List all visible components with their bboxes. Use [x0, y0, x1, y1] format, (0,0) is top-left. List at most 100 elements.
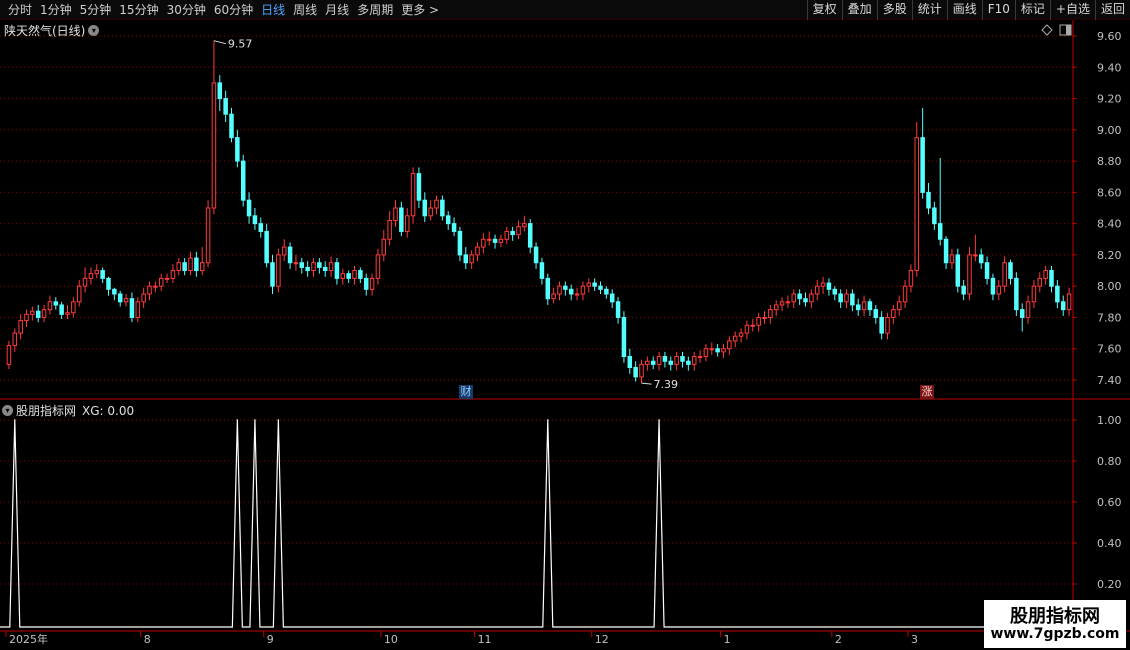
candle-body — [53, 301, 59, 306]
candle-body — [252, 215, 258, 225]
watermark-url: www.7gpzb.com — [990, 626, 1120, 642]
diamond-icon[interactable] — [1041, 24, 1053, 36]
candle-body — [440, 199, 445, 217]
limit-up-marker[interactable]: 涨 — [920, 385, 934, 399]
candle-body — [311, 262, 316, 272]
candle-body — [369, 277, 375, 290]
candle-body — [908, 270, 914, 287]
candle — [252, 208, 258, 230]
candle — [393, 200, 398, 227]
candle-body — [510, 230, 515, 236]
candle — [1014, 272, 1019, 316]
candle — [873, 304, 879, 324]
candle — [850, 289, 855, 312]
xg-spike-point — [13, 419, 16, 421]
candle — [416, 167, 422, 208]
candle-body — [563, 285, 568, 290]
candle — [194, 251, 199, 277]
candle-body — [393, 207, 398, 222]
candle-body — [686, 360, 691, 365]
candle-body — [317, 262, 322, 268]
candle — [381, 229, 387, 262]
candle-body — [246, 199, 252, 217]
finance-marker[interactable]: 财 — [459, 385, 473, 399]
candle-body — [973, 254, 978, 257]
candle — [340, 268, 346, 285]
candle-body — [352, 270, 357, 279]
candle-body — [135, 301, 141, 318]
candle-body — [803, 298, 808, 303]
candle-body — [1025, 301, 1031, 318]
candle-body — [914, 137, 920, 272]
candle — [691, 351, 697, 371]
candle-body — [1055, 285, 1060, 303]
candle-body — [645, 360, 650, 365]
candle — [563, 281, 568, 296]
candle — [961, 279, 966, 301]
candle — [633, 361, 638, 382]
y-tick-label: 9.20 — [1097, 93, 1122, 106]
candle-body — [217, 82, 223, 100]
y-tick-label: 8.20 — [1097, 249, 1122, 262]
candle — [592, 278, 597, 291]
candle — [580, 281, 586, 301]
candle-body — [457, 230, 463, 256]
candle — [305, 261, 310, 277]
candle-body — [276, 254, 281, 287]
candle-body — [258, 223, 264, 232]
candle-body — [867, 301, 873, 311]
candle-body — [1066, 293, 1072, 311]
candle-body — [996, 285, 1002, 295]
candle-body — [773, 304, 779, 311]
candle — [1019, 303, 1025, 332]
candle-body — [709, 348, 715, 351]
candle — [117, 290, 123, 307]
candle-body — [416, 173, 422, 201]
candle — [551, 287, 556, 304]
candle — [475, 242, 480, 262]
candle — [481, 233, 486, 254]
candle — [756, 312, 761, 332]
candle-body — [170, 270, 176, 279]
candle — [955, 248, 961, 293]
candle — [668, 356, 674, 371]
candle-body — [580, 285, 586, 295]
candle — [645, 356, 650, 371]
candle-body — [844, 293, 849, 303]
candle-body — [568, 288, 574, 295]
candle-body — [984, 262, 990, 279]
x-tick-label: 10 — [384, 633, 398, 646]
candle — [1031, 279, 1037, 309]
candle-body — [434, 199, 439, 209]
candle-body — [6, 345, 12, 365]
candle-body — [147, 285, 152, 295]
candle-body — [879, 316, 884, 334]
candle-body — [539, 262, 545, 279]
candle — [867, 298, 873, 316]
candle-body — [481, 238, 486, 248]
candle — [838, 289, 843, 309]
candle-body — [399, 207, 404, 232]
candle — [615, 297, 621, 324]
candle-body — [47, 301, 53, 311]
chart-canvas[interactable]: 7.40 7.60 7.80 8.00 8.20 8.40 8.60 8.80 9.00 9.20… — [0, 0, 1130, 650]
candle-body — [334, 262, 340, 279]
candle — [293, 254, 299, 271]
candle-body — [358, 270, 363, 279]
xg-indicator-series — [0, 419, 1072, 628]
panel-toggle-icon[interactable] — [1059, 24, 1072, 36]
candle — [158, 273, 164, 291]
candle — [627, 348, 633, 374]
candle-body — [199, 262, 205, 272]
candle — [445, 211, 451, 230]
high-pointer — [213, 40, 227, 45]
candle — [358, 267, 363, 284]
candle — [322, 261, 328, 277]
candle — [715, 344, 720, 357]
candle-body — [281, 246, 287, 256]
candle — [47, 295, 53, 315]
x-tick-label: 8 — [144, 633, 151, 646]
candle — [428, 200, 433, 221]
candle — [680, 351, 685, 368]
candle-body — [94, 270, 100, 275]
